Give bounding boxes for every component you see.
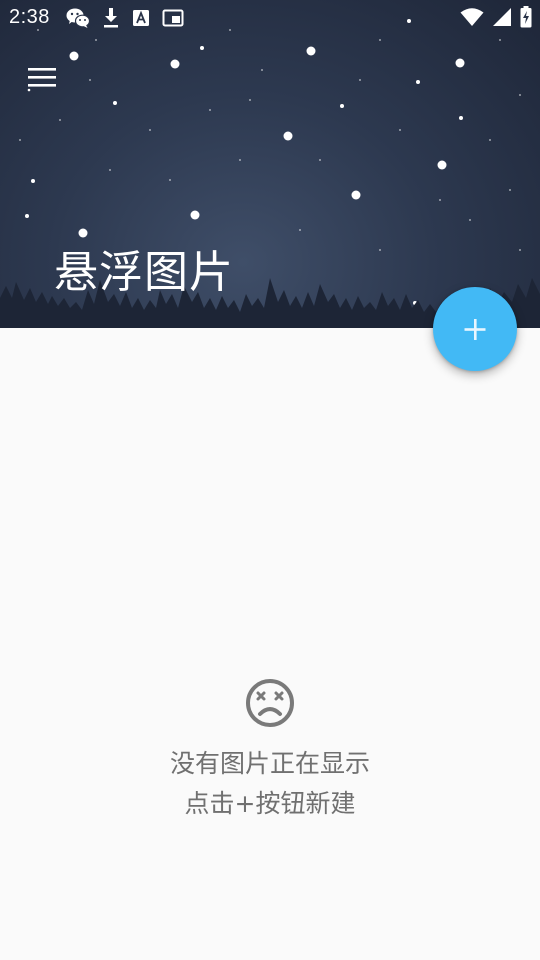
cellular-signal-icon [493, 8, 511, 26]
download-icon [104, 8, 118, 28]
system-icons [460, 6, 532, 28]
empty-message: 没有图片正在显示 [169, 749, 370, 778]
status-time: 2:38 [9, 6, 50, 28]
page-title: 悬浮图片 [54, 247, 234, 298]
battery-charging-icon [520, 6, 532, 28]
wechat-icon [66, 8, 90, 28]
empty-hint: 点击+按钮新建 [184, 789, 356, 818]
hamburger-menu-icon [27, 68, 56, 92]
wifi-icon [460, 8, 484, 26]
notification-icons [66, 7, 184, 29]
dizzy-face-icon [246, 679, 294, 727]
picture-in-picture-icon [162, 9, 184, 27]
plus-icon [464, 319, 486, 340]
menu-button[interactable] [22, 62, 62, 96]
app-screen: 2:38 悬浮图片 没有图片正在显示 点击+按钮新建 [0, 0, 540, 960]
add-image-button[interactable] [433, 287, 517, 371]
empty-state: 没有图片正在显示 点击+按钮新建 [0, 676, 540, 824]
status-bar: 2:38 [0, 0, 540, 36]
font-a-icon [133, 10, 149, 26]
